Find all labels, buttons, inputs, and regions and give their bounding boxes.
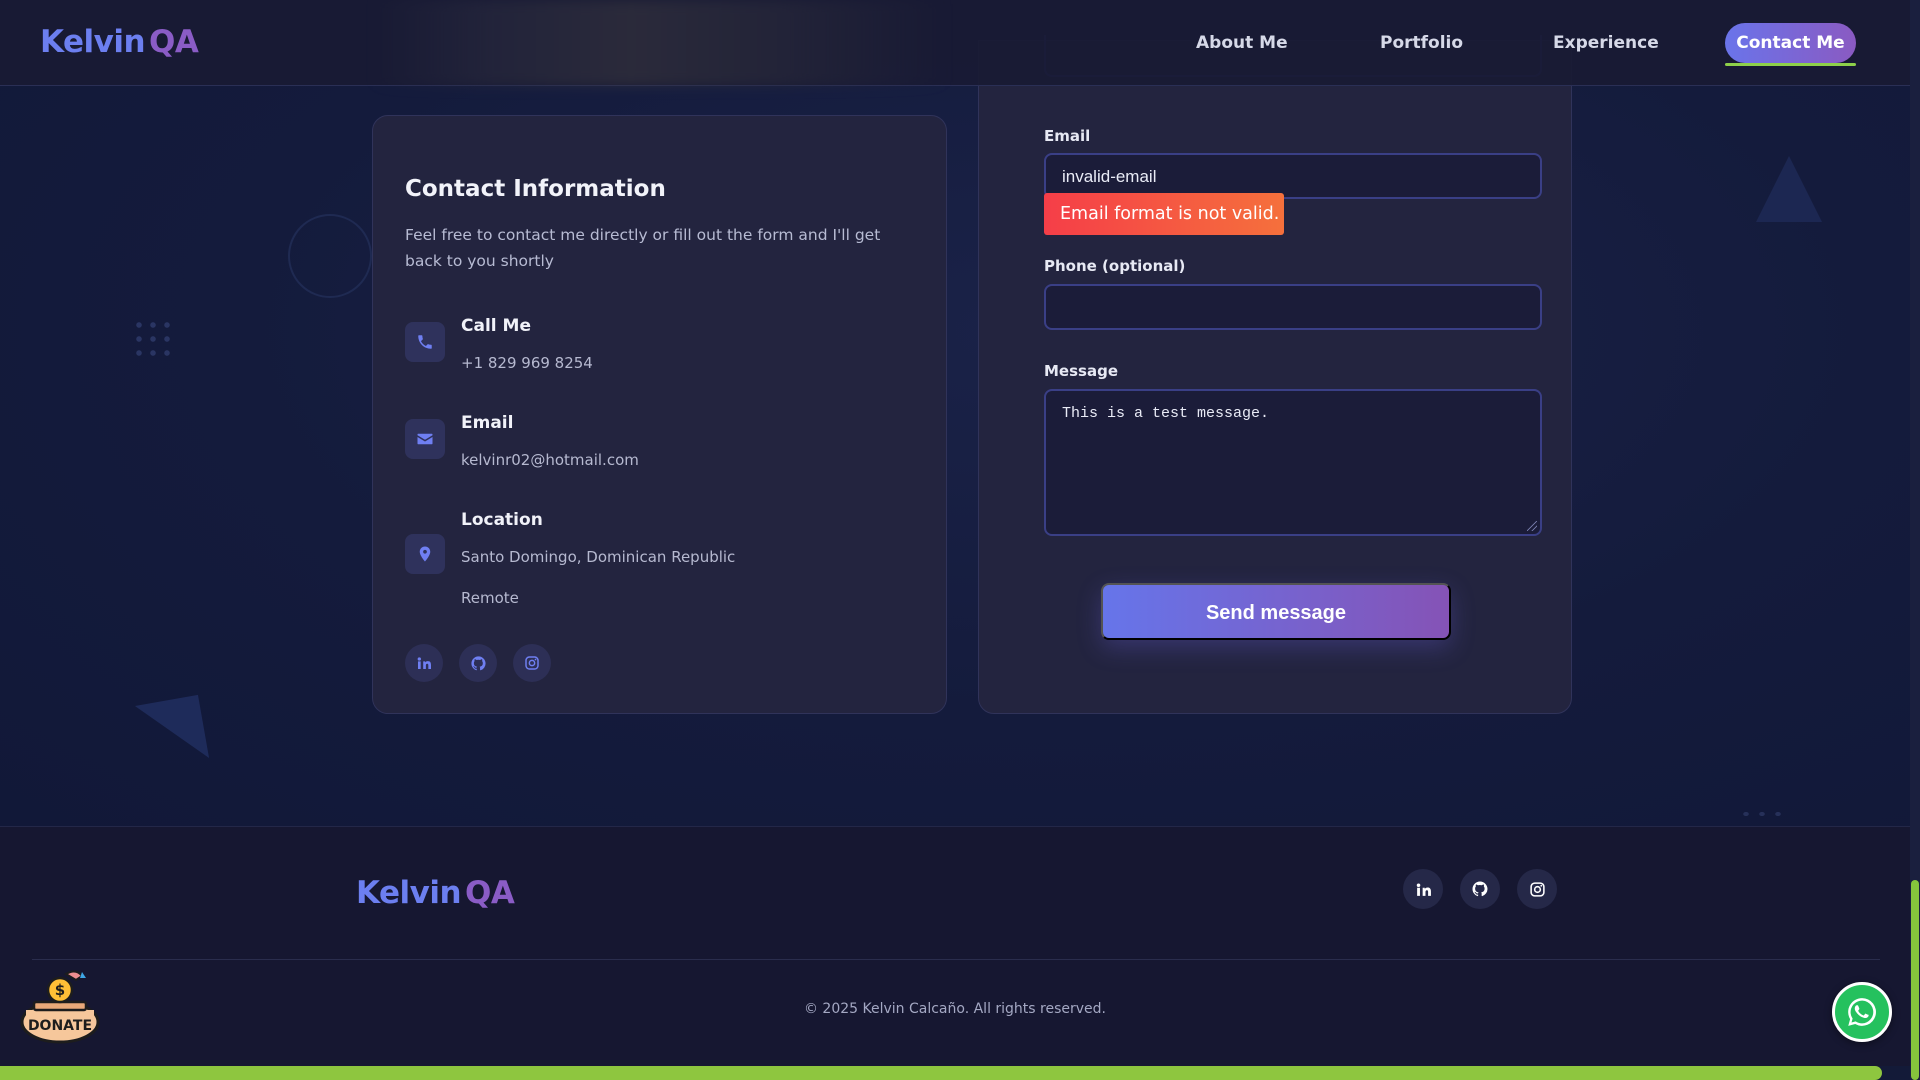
message-textarea[interactable]: This is a test message. (1044, 389, 1542, 536)
contact-item-value: kelvinr02@hotmail.com (461, 451, 639, 469)
donate-button[interactable]: $ DONATE (20, 964, 100, 1044)
decorative-triangle (134, 694, 210, 770)
contact-item-title: Email (461, 413, 514, 433)
contact-info-card: Contact Information Feel free to contact… (372, 115, 947, 714)
email-label: Email (1044, 127, 1091, 145)
copyright-text: © 2025 Kelvin Calcaño. All rights reserv… (803, 1001, 1107, 1017)
scroll-progress-bar (0, 1066, 1882, 1080)
contact-form-card: Email invalid-email Email format is not … (978, 35, 1572, 714)
whatsapp-button[interactable] (1832, 982, 1892, 1042)
github-icon[interactable] (1460, 869, 1500, 909)
navbar: Kelvin QA About Me Portfolio Experience C… (0, 0, 1910, 86)
contact-info-title: Contact Information (405, 176, 666, 202)
decorative-circle (288, 214, 372, 298)
donate-label: DONATE (28, 1018, 92, 1034)
footer-brand-logo[interactable]: Kelvin QA (356, 875, 515, 911)
send-message-button[interactable]: Send message (1101, 583, 1451, 640)
donate-box-icon: $ DONATE (20, 970, 100, 1044)
contact-social-links (405, 644, 551, 682)
decorative-dots (1738, 808, 1786, 820)
instagram-icon[interactable] (1517, 869, 1557, 909)
brand-first: Kelvin (356, 875, 462, 911)
contact-item-value: +1 829 969 8254 (461, 354, 593, 372)
nav-links: About Me Portfolio Experience Contact Me (0, 0, 1910, 86)
contact-item-title: Location (461, 510, 543, 530)
instagram-icon[interactable] (513, 644, 551, 682)
phone-field[interactable] (1044, 284, 1542, 330)
footer-social-links (1403, 869, 1557, 909)
linkedin-icon[interactable] (405, 644, 443, 682)
contact-item-title: Call Me (461, 316, 531, 336)
map-pin-icon (405, 534, 445, 574)
footer: Kelvin QA © 2025 Kelvin Calcaño. All righ… (0, 826, 1910, 1066)
scrollbar-thumb[interactable] (1911, 880, 1919, 1080)
github-icon[interactable] (459, 644, 497, 682)
nav-item-contact-me[interactable]: Contact Me (1725, 23, 1856, 63)
svg-text:$: $ (55, 981, 65, 999)
contact-item-value: Santo Domingo, Dominican Republic (461, 548, 736, 566)
contact-info-description: Feel free to contact me directly or fill… (405, 226, 881, 270)
email-error-message: Email format is not valid. (1044, 193, 1284, 235)
active-nav-indicator (1725, 63, 1856, 66)
linkedin-icon[interactable] (1403, 869, 1443, 909)
decorative-triangle (1756, 156, 1822, 222)
footer-divider (32, 959, 1880, 960)
phone-icon (405, 322, 445, 362)
decorative-dot-grid (132, 318, 176, 362)
phone-label: Phone (optional) (1044, 257, 1186, 275)
message-label: Message (1044, 362, 1118, 380)
brand-second: QA (465, 875, 515, 911)
nav-item-portfolio[interactable]: Portfolio (1380, 33, 1463, 53)
nav-item-about-me[interactable]: About Me (1196, 33, 1288, 53)
page-background (0, 0, 1920, 826)
contact-item-value: Remote (461, 589, 519, 607)
envelope-icon (405, 419, 445, 459)
nav-item-experience[interactable]: Experience (1553, 33, 1659, 53)
resize-handle[interactable] (1527, 521, 1537, 531)
whatsapp-icon (1848, 998, 1876, 1026)
message-text: This is a test message. (1062, 405, 1270, 422)
